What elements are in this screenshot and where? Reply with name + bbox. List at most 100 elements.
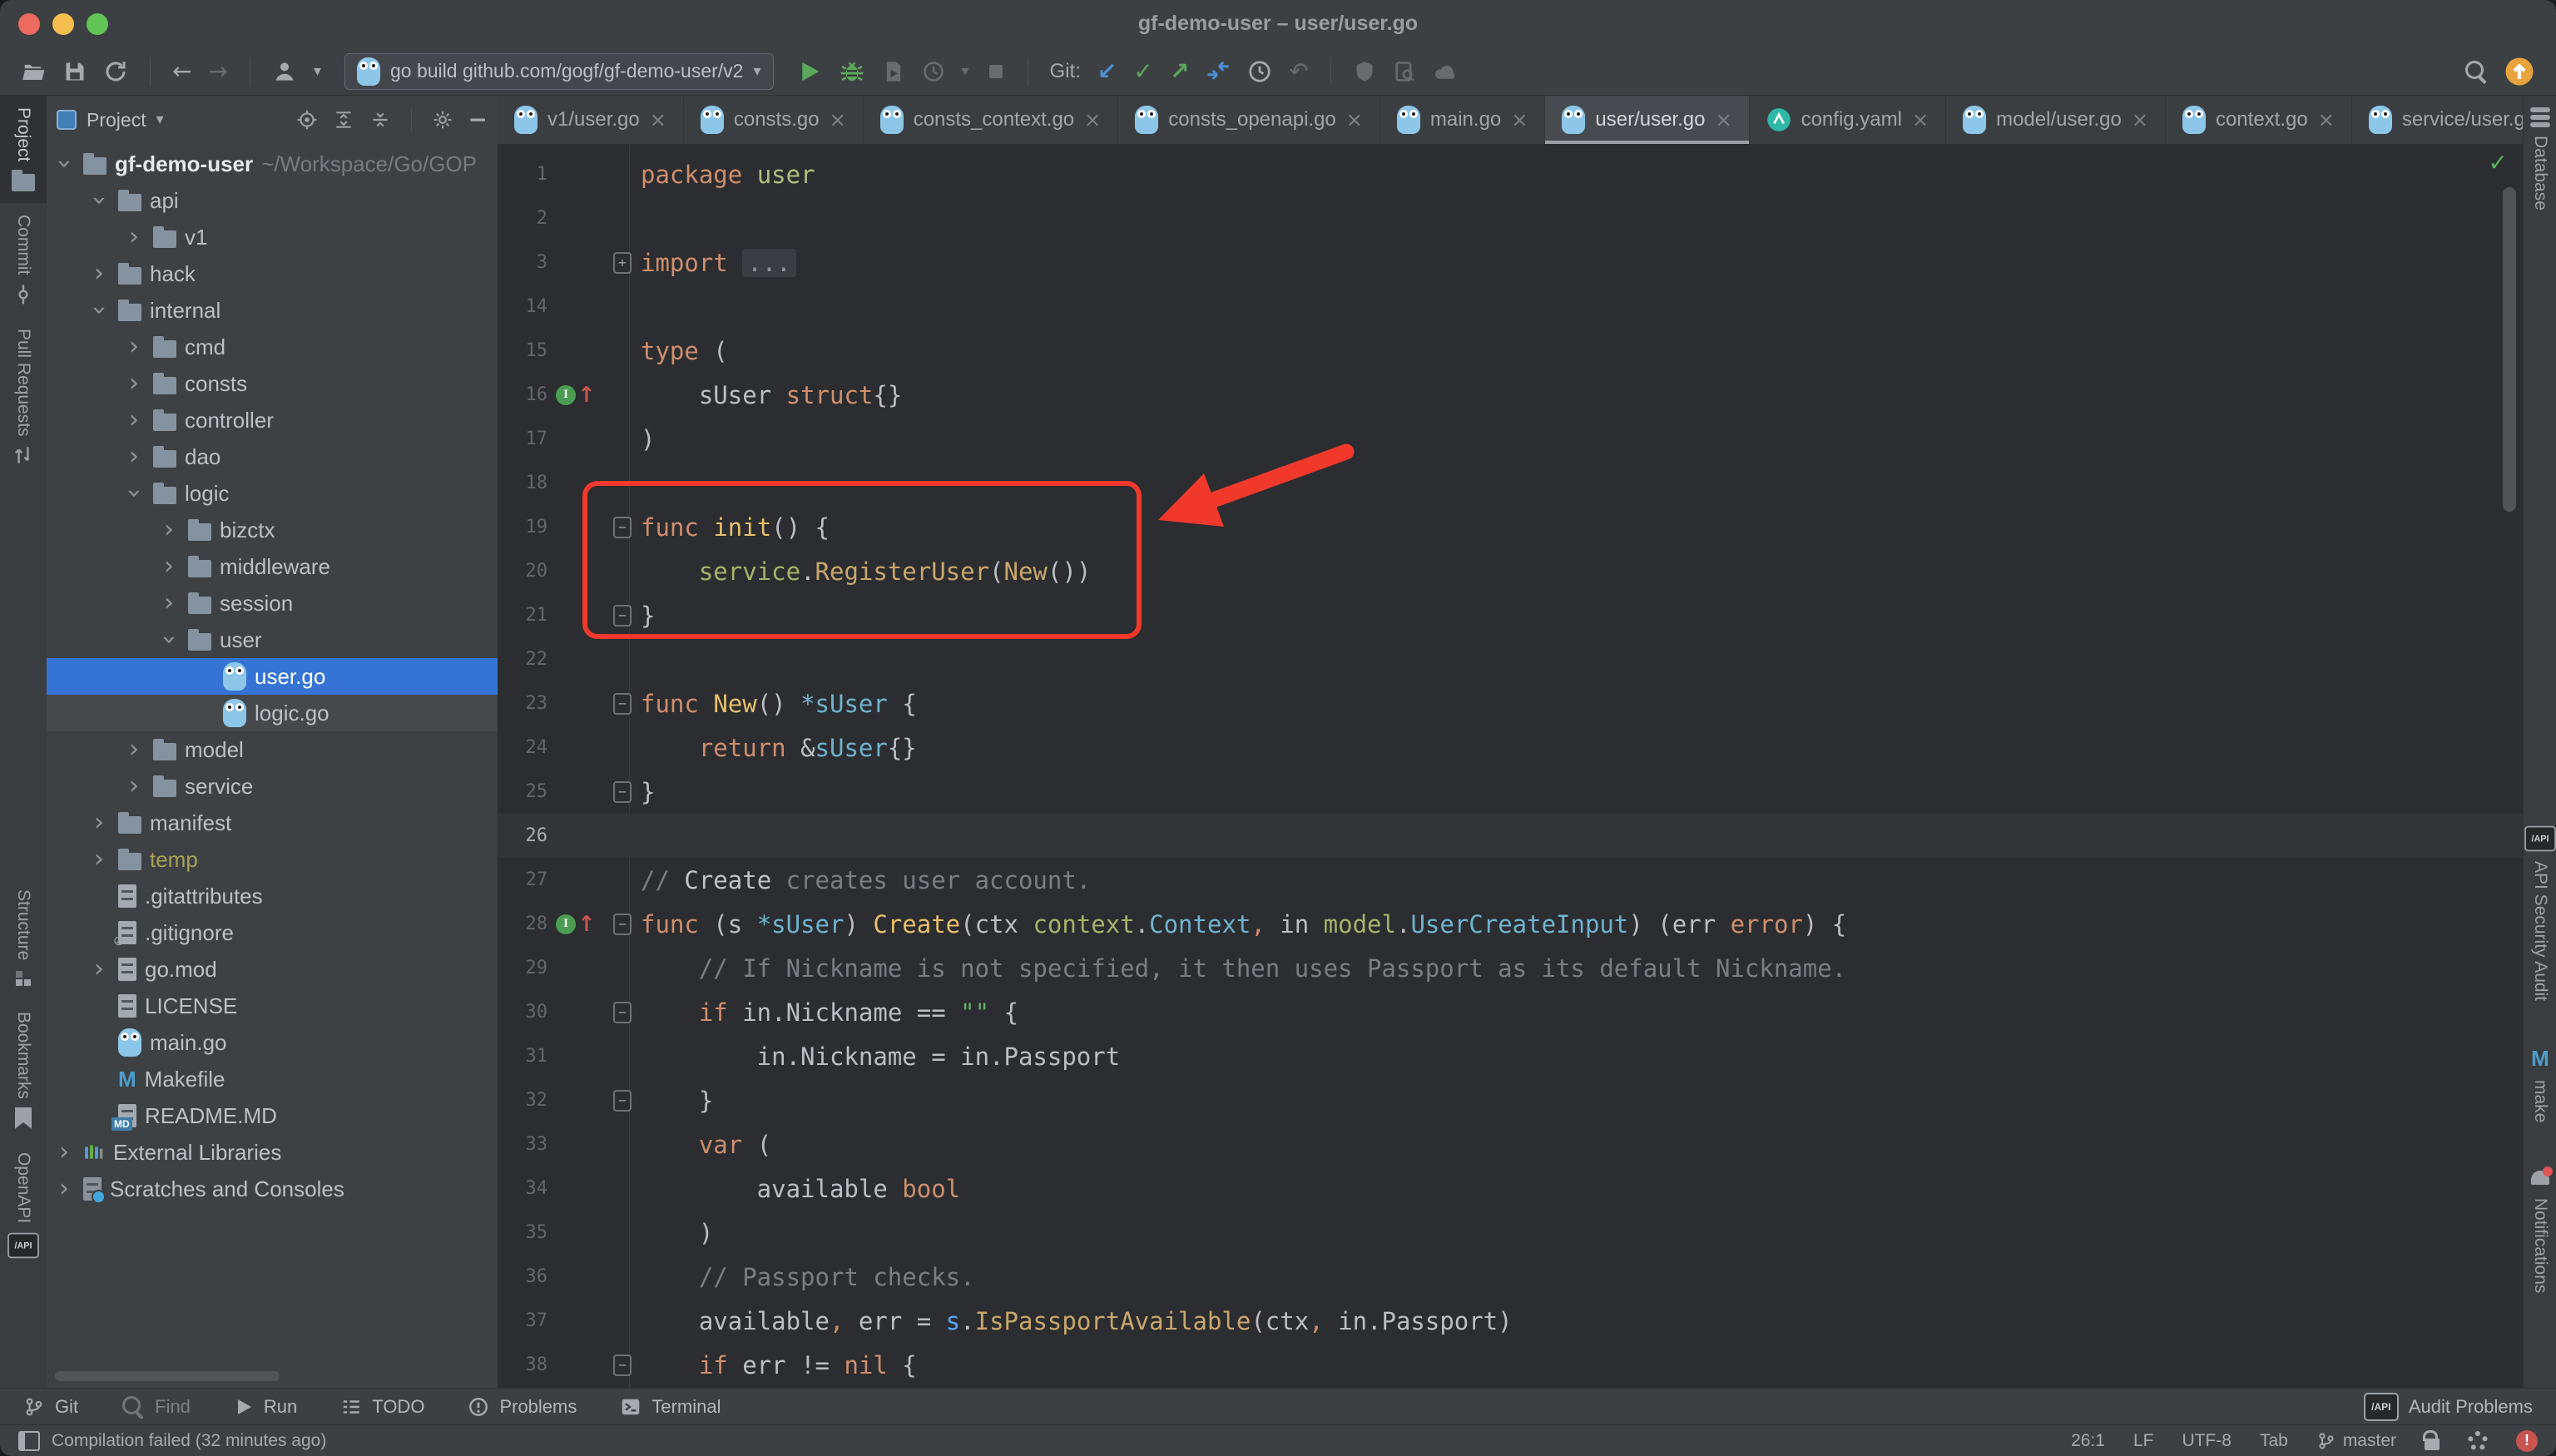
tool-strip-item-make[interactable]: Mmake — [2523, 1034, 2556, 1134]
close-icon[interactable]: × — [2132, 108, 2148, 131]
close-icon[interactable]: × — [1511, 108, 1528, 131]
locate-file-icon[interactable] — [296, 109, 318, 131]
tool-strip-item-project[interactable]: Project — [0, 96, 47, 203]
code-line-23[interactable]: 23−func New() *sUser { — [498, 681, 2523, 726]
unlock-icon[interactable] — [2425, 1431, 2440, 1450]
git-branch-widget[interactable]: master — [2316, 1431, 2396, 1451]
code-line-14[interactable]: 14 — [498, 285, 2523, 329]
tree-item-model[interactable]: ›model — [47, 731, 498, 768]
open-folder-icon[interactable] — [22, 59, 47, 84]
tree-item-readme-md[interactable]: ›MDREADME.MD — [47, 1097, 498, 1134]
save-icon[interactable] — [63, 60, 87, 83]
code-line-20[interactable]: 20 service.RegisterUser(New()) — [498, 549, 2523, 593]
tree-item-gf-demo-user[interactable]: ›gf-demo-user ~/Workspace/Go/GOP — [47, 146, 498, 182]
chevron-collapsed-icon[interactable]: › — [123, 774, 145, 799]
tree-item-user[interactable]: ›user — [47, 622, 498, 658]
close-window-icon[interactable] — [18, 13, 40, 35]
tab-user-user-go[interactable]: user/user.go× — [1545, 96, 1749, 144]
code-line-32[interactable]: 32− } — [498, 1078, 2523, 1122]
chevron-collapsed-icon[interactable]: › — [53, 1176, 75, 1201]
cloud-icon[interactable] — [1433, 59, 1458, 84]
tree-item-temp[interactable]: ›temp — [47, 841, 498, 878]
tree-item-scratches-and-consoles[interactable]: ›Scratches and Consoles — [47, 1171, 498, 1207]
chevron-collapsed-icon[interactable]: › — [88, 957, 110, 982]
chevron-collapsed-icon[interactable]: › — [88, 847, 110, 872]
code-line-29[interactable]: 29 // If Nickname is not specified, it t… — [498, 946, 2523, 990]
profiler-icon[interactable] — [922, 60, 945, 83]
tab-consts-openapi-go[interactable]: consts_openapi.go× — [1118, 96, 1380, 144]
tree-item-license[interactable]: ›LICENSE — [47, 988, 498, 1024]
tree-item-logic[interactable]: ›logic — [47, 475, 498, 512]
caret-position[interactable]: 26:1 — [2071, 1431, 2105, 1451]
code-line-38[interactable]: 38− if err != nil { — [498, 1343, 2523, 1387]
tool-window-button-run[interactable]: Run — [234, 1396, 297, 1418]
forward-icon[interactable]: → — [208, 60, 227, 83]
tree-item-go-mod[interactable]: ›go.mod — [47, 951, 498, 988]
code-line-28[interactable]: 28I↑−func (s *sUser) Create(ctx context.… — [498, 902, 2523, 946]
hide-panel-icon[interactable]: − — [468, 108, 488, 131]
stop-icon[interactable] — [986, 62, 1006, 82]
chevron-collapsed-icon[interactable]: › — [123, 371, 145, 396]
tool-strip-item-notifications[interactable]: Notifications — [2523, 1156, 2556, 1305]
code-line-36[interactable]: 36 // Passport checks. — [498, 1255, 2523, 1299]
chevron-collapsed-icon[interactable]: › — [123, 444, 145, 469]
code-line-33[interactable]: 33 var ( — [498, 1122, 2523, 1166]
error-notification-icon[interactable]: ! — [2516, 1430, 2538, 1452]
code-line-37[interactable]: 37 available, err = s.IsPassportAvailabl… — [498, 1299, 2523, 1343]
chevron-collapsed-icon[interactable]: › — [88, 261, 110, 286]
chevron-collapsed-icon[interactable]: › — [158, 518, 180, 542]
code-line-25[interactable]: 25−} — [498, 770, 2523, 814]
run-with-coverage-icon[interactable] — [882, 60, 905, 83]
tree-item-user-go[interactable]: ›user.go — [47, 658, 498, 695]
close-icon[interactable]: × — [650, 108, 666, 131]
tool-window-button-git[interactable]: Git — [23, 1396, 78, 1418]
tree-item-api[interactable]: ›api — [47, 182, 498, 219]
sync-icon[interactable] — [103, 59, 128, 84]
user-profile-icon[interactable] — [272, 59, 297, 84]
chevron-collapsed-icon[interactable]: › — [158, 554, 180, 579]
rollback-icon[interactable]: ↶ — [1289, 60, 1308, 83]
fold-collapse-icon[interactable]: − — [613, 605, 632, 626]
git-update-icon[interactable]: ↙ — [1097, 60, 1117, 83]
tree-item-gitignore[interactable]: ›⊘.gitignore — [47, 914, 498, 951]
close-icon[interactable]: × — [1346, 108, 1363, 131]
tab-main-go[interactable]: main.go× — [1380, 96, 1546, 144]
tool-strip-item-api-security-audit[interactable]: /APIAPI Security Audit — [2523, 813, 2556, 1013]
tree-item-manifest[interactable]: ›manifest — [47, 805, 498, 841]
tab-v1-user-go[interactable]: v1/user.go× — [498, 96, 684, 144]
code-line-15[interactable]: 15type ( — [498, 329, 2523, 373]
expand-all-icon[interactable] — [333, 109, 354, 131]
code-line-30[interactable]: 30− if in.Nickname == "" { — [498, 990, 2523, 1034]
code-line-26[interactable]: 26 — [498, 814, 2523, 858]
tab-consts-go[interactable]: consts.go× — [684, 96, 864, 144]
fold-collapse-icon[interactable]: − — [613, 1354, 632, 1376]
code-line-2[interactable]: 2 — [498, 196, 2523, 240]
code-line-22[interactable]: 22 — [498, 637, 2523, 681]
chevron-collapsed-icon[interactable]: › — [158, 591, 180, 616]
code-line-3[interactable]: 3+import ... — [498, 240, 2523, 285]
code-line-19[interactable]: 19−func init() { — [498, 505, 2523, 549]
history-icon[interactable] — [1247, 59, 1272, 84]
code-line-18[interactable]: 18 — [498, 461, 2523, 505]
tree-item-service[interactable]: ›service — [47, 768, 498, 805]
tree-item-internal[interactable]: ›internal — [47, 292, 498, 329]
tree-item-consts[interactable]: ›consts — [47, 365, 498, 402]
tree-item-logic-go[interactable]: ›logic.go — [47, 695, 498, 731]
chevron-expanded-icon[interactable]: › — [156, 629, 181, 651]
chevron-down-icon[interactable]: ▾ — [962, 64, 969, 79]
git-merge-icon[interactable] — [1206, 59, 1231, 84]
fold-collapse-icon[interactable]: − — [613, 693, 632, 715]
editor-scrollbar[interactable] — [2503, 187, 2516, 512]
close-icon[interactable]: × — [1084, 108, 1101, 131]
tool-strip-item-pull-requests[interactable]: Pull Requests — [0, 317, 47, 478]
project-view-title[interactable]: Project — [87, 109, 146, 131]
gear-help-icon[interactable] — [2468, 1431, 2488, 1451]
chevron-expanded-icon[interactable]: › — [87, 300, 111, 321]
tool-strip-item-structure[interactable]: Structure — [0, 878, 47, 1000]
search-everywhere-doc-icon[interactable] — [1393, 60, 1416, 83]
chevron-collapsed-icon[interactable]: › — [88, 810, 110, 835]
chevron-collapsed-icon[interactable]: › — [123, 225, 145, 250]
close-icon[interactable]: × — [1715, 108, 1731, 131]
fold-expand-icon[interactable]: + — [613, 252, 632, 274]
code-line-27[interactable]: 27// Create creates user account. — [498, 858, 2523, 902]
